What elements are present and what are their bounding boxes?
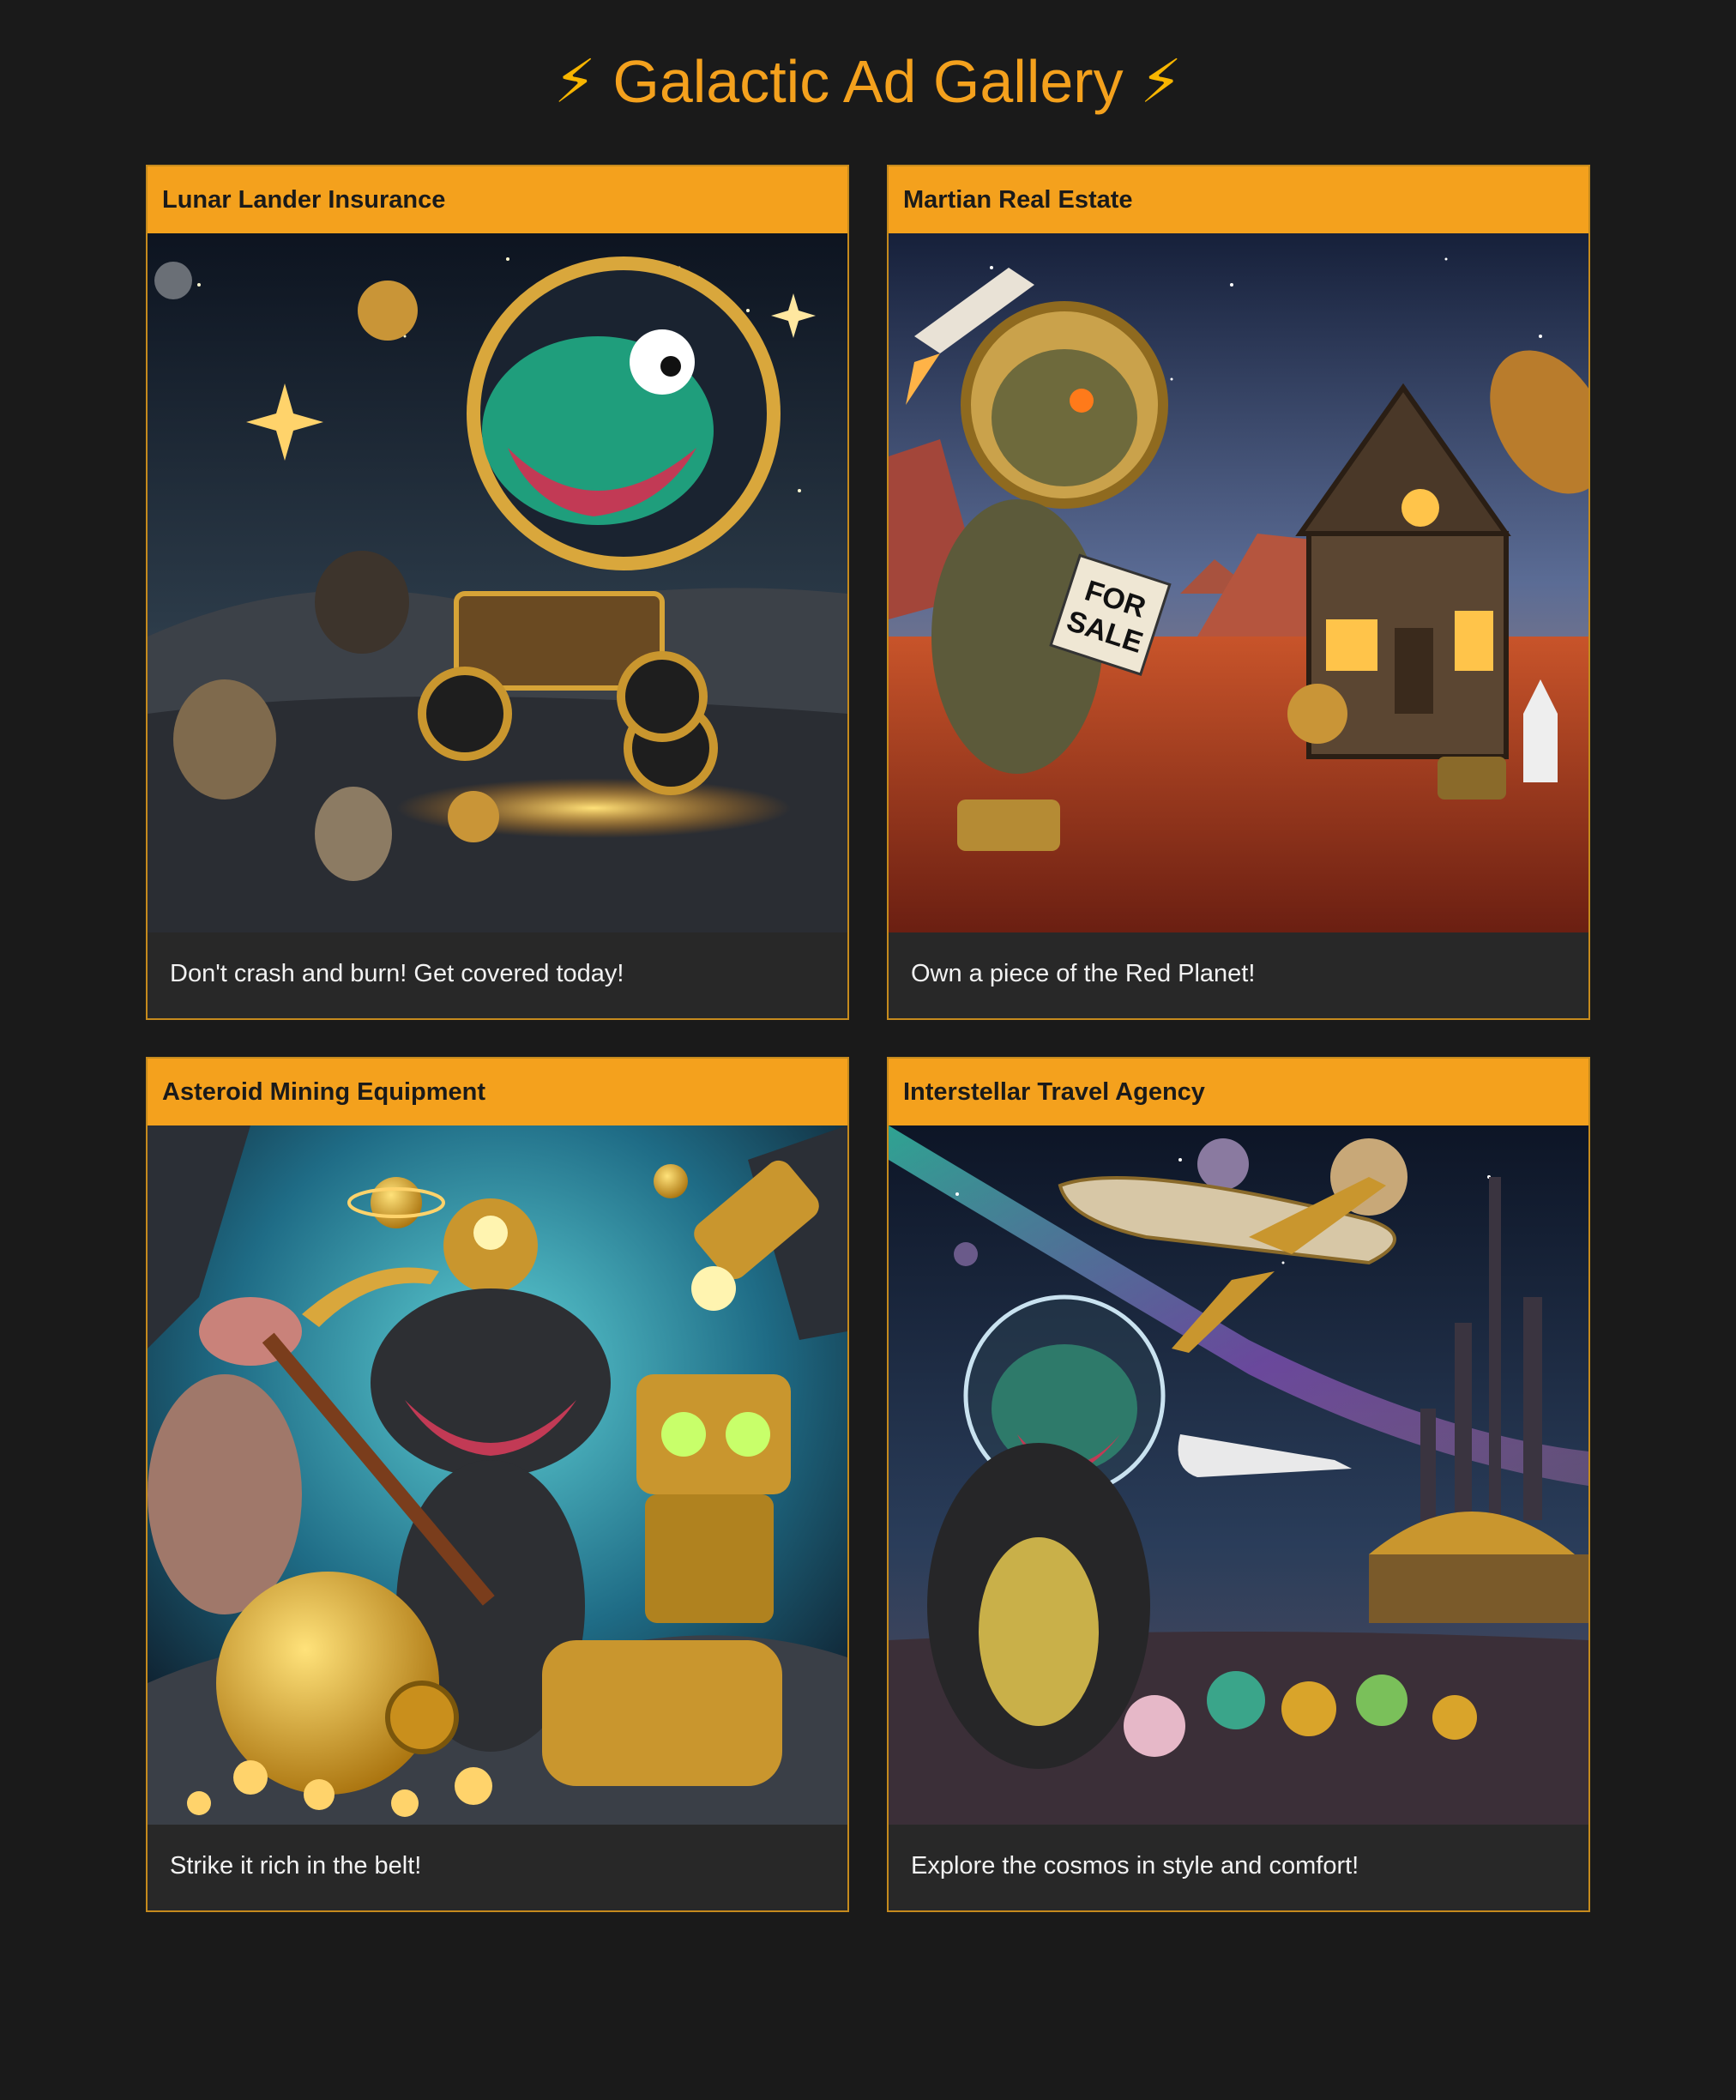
ad-card-title: Lunar Lander Insurance — [148, 166, 847, 233]
ad-card-title: Interstellar Travel Agency — [889, 1059, 1588, 1125]
ad-card-caption: Explore the cosmos in style and comfort! — [911, 1852, 1359, 1880]
page-title: ⚡ Galactic Ad Gallery ⚡ — [0, 41, 1736, 122]
lightning-bolt-icon: ⚡ — [553, 48, 596, 115]
page-title-text: Galactic Ad Gallery — [612, 48, 1124, 115]
ad-card-caption: Don't crash and burn! Get covered today! — [170, 960, 624, 987]
ad-image-spaceport-dinosaur-tourists[interactable] — [889, 1125, 1588, 1825]
ad-card-lunar-lander-insurance[interactable]: Lunar Lander Insurance Don't crash and b… — [146, 165, 849, 1020]
lightning-bolt-icon: ⚡ — [1140, 48, 1183, 115]
ad-image-mars-house-dinosaur[interactable]: FOR SALE — [889, 233, 1588, 932]
ad-image-moon-buggy-dinosaur[interactable] — [148, 233, 847, 932]
ad-card-title: Martian Real Estate — [889, 166, 1588, 233]
ad-card-martian-real-estate[interactable]: Martian Real Estate FOR SALE Own a piece… — [887, 165, 1590, 1020]
ad-card-caption: Strike it rich in the belt! — [170, 1852, 422, 1880]
ad-card-asteroid-mining-equipment[interactable]: Asteroid Mining Equipment Strike it rich… — [146, 1057, 849, 1912]
ad-card-caption: Own a piece of the Red Planet! — [911, 960, 1256, 987]
ad-card-title: Asteroid Mining Equipment — [148, 1059, 847, 1125]
ad-image-miner-robot-gold[interactable] — [148, 1125, 847, 1825]
ad-card-interstellar-travel-agency[interactable]: Interstellar Travel Agency Explore the c… — [887, 1057, 1590, 1912]
